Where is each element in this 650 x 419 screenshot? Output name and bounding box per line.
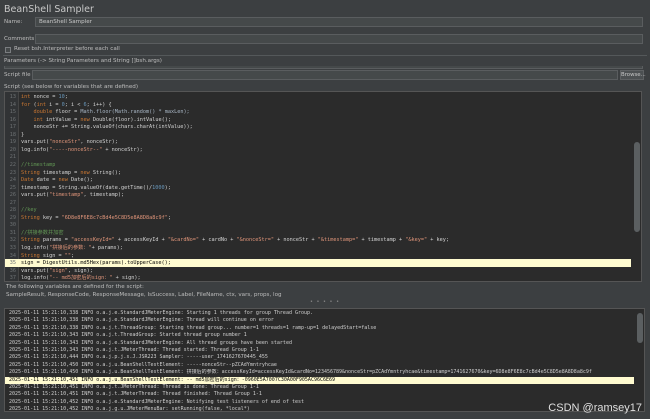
code-text: for (int i = 0; i < 6; i++) { bbox=[21, 101, 112, 108]
code-text: vars.put("timestamp", timestamp); bbox=[21, 192, 125, 199]
code-text: Date date = new Date(); bbox=[21, 177, 93, 184]
script-editor[interactable]: 13 int nonce = 10; 14 for (int i = 0; i < 6… bbox=[4, 91, 642, 282]
script-file-field[interactable] bbox=[32, 70, 618, 80]
code-text: vars.put("nonceStr", nonceStr); bbox=[21, 139, 118, 146]
code-text: int nonce = 10; bbox=[21, 94, 68, 100]
code-text: vars.put("sign", sign); bbox=[21, 267, 93, 274]
code-text: String timestamp = new String(); bbox=[21, 169, 121, 176]
log-panel[interactable]: 2025-01-11 15:21:10,338 INFO o.a.j.e.Sta… bbox=[4, 308, 645, 412]
panel-splitter[interactable]: • • • • • bbox=[0, 298, 650, 305]
browse-button[interactable]: Browse... bbox=[620, 70, 646, 80]
code-text: log.info("-- md5加密后的sign：" + sign); bbox=[21, 275, 141, 282]
reset-interpreter-checkbox[interactable] bbox=[5, 47, 11, 53]
comments-field[interactable] bbox=[35, 34, 643, 44]
code-text: log.info("-----nonceStr--" + nonceStr); bbox=[21, 146, 143, 153]
log-line: 2025-01-11 15:21:10,452 INFO o.a.j.g.u.J… bbox=[9, 406, 250, 412]
watermark: CSDN @ramsey17 bbox=[548, 402, 642, 414]
script-label: Script (see below for variables that are… bbox=[4, 84, 139, 90]
parameters-label: Parameters (-> String Parameters and Str… bbox=[4, 58, 162, 64]
vars-info-line-1: The following variables are defined for … bbox=[6, 284, 144, 290]
code-text: } bbox=[21, 131, 25, 138]
code-text: int intValue = new Double(floor).intValu… bbox=[33, 116, 171, 123]
script-file-label: Script file bbox=[4, 72, 31, 78]
code-text: sign = DigestUtils.md5Hex(params).toUppe… bbox=[21, 260, 171, 267]
code-text: String sign = ""; bbox=[21, 252, 75, 259]
log-scrollbar[interactable] bbox=[637, 313, 643, 343]
name-label: Name: bbox=[4, 19, 23, 25]
reset-interpreter-label: Reset bsh.Interpreter before each call bbox=[14, 46, 120, 52]
code-line[interactable]: 37 log.info("-- md5加密后的sign：" + sign); bbox=[5, 274, 631, 282]
code-text: //拼接参数并加密 bbox=[21, 229, 64, 236]
parameters-field[interactable] bbox=[4, 66, 643, 69]
name-field[interactable]: BeanShell Sampler bbox=[35, 17, 643, 27]
code-text: double floor = Math.floor(Math.random() … bbox=[33, 109, 190, 116]
comments-label: Comments: bbox=[4, 36, 37, 42]
editor-scrollbar[interactable] bbox=[634, 142, 640, 232]
code-text: //timestamp bbox=[21, 161, 56, 168]
code-text: //key bbox=[21, 207, 37, 214]
window-title: BeanShell Sampler bbox=[4, 4, 94, 15]
code-text: nonceStr += String.valueOf(chars.charAt(… bbox=[21, 124, 193, 131]
code-text: String params = "accessKeyId=" + accessK… bbox=[21, 237, 449, 244]
line-number: 37 bbox=[9, 275, 16, 282]
code-text: timestamp = String.valueOf(date.getTime(… bbox=[21, 184, 171, 191]
code-text: log.info("拼接后的参数："+ params); bbox=[21, 245, 123, 251]
divider bbox=[3, 55, 647, 56]
code-text: String key = "6D8e8F6E8c7cBd4e5C8D5e8A8D… bbox=[21, 214, 171, 221]
